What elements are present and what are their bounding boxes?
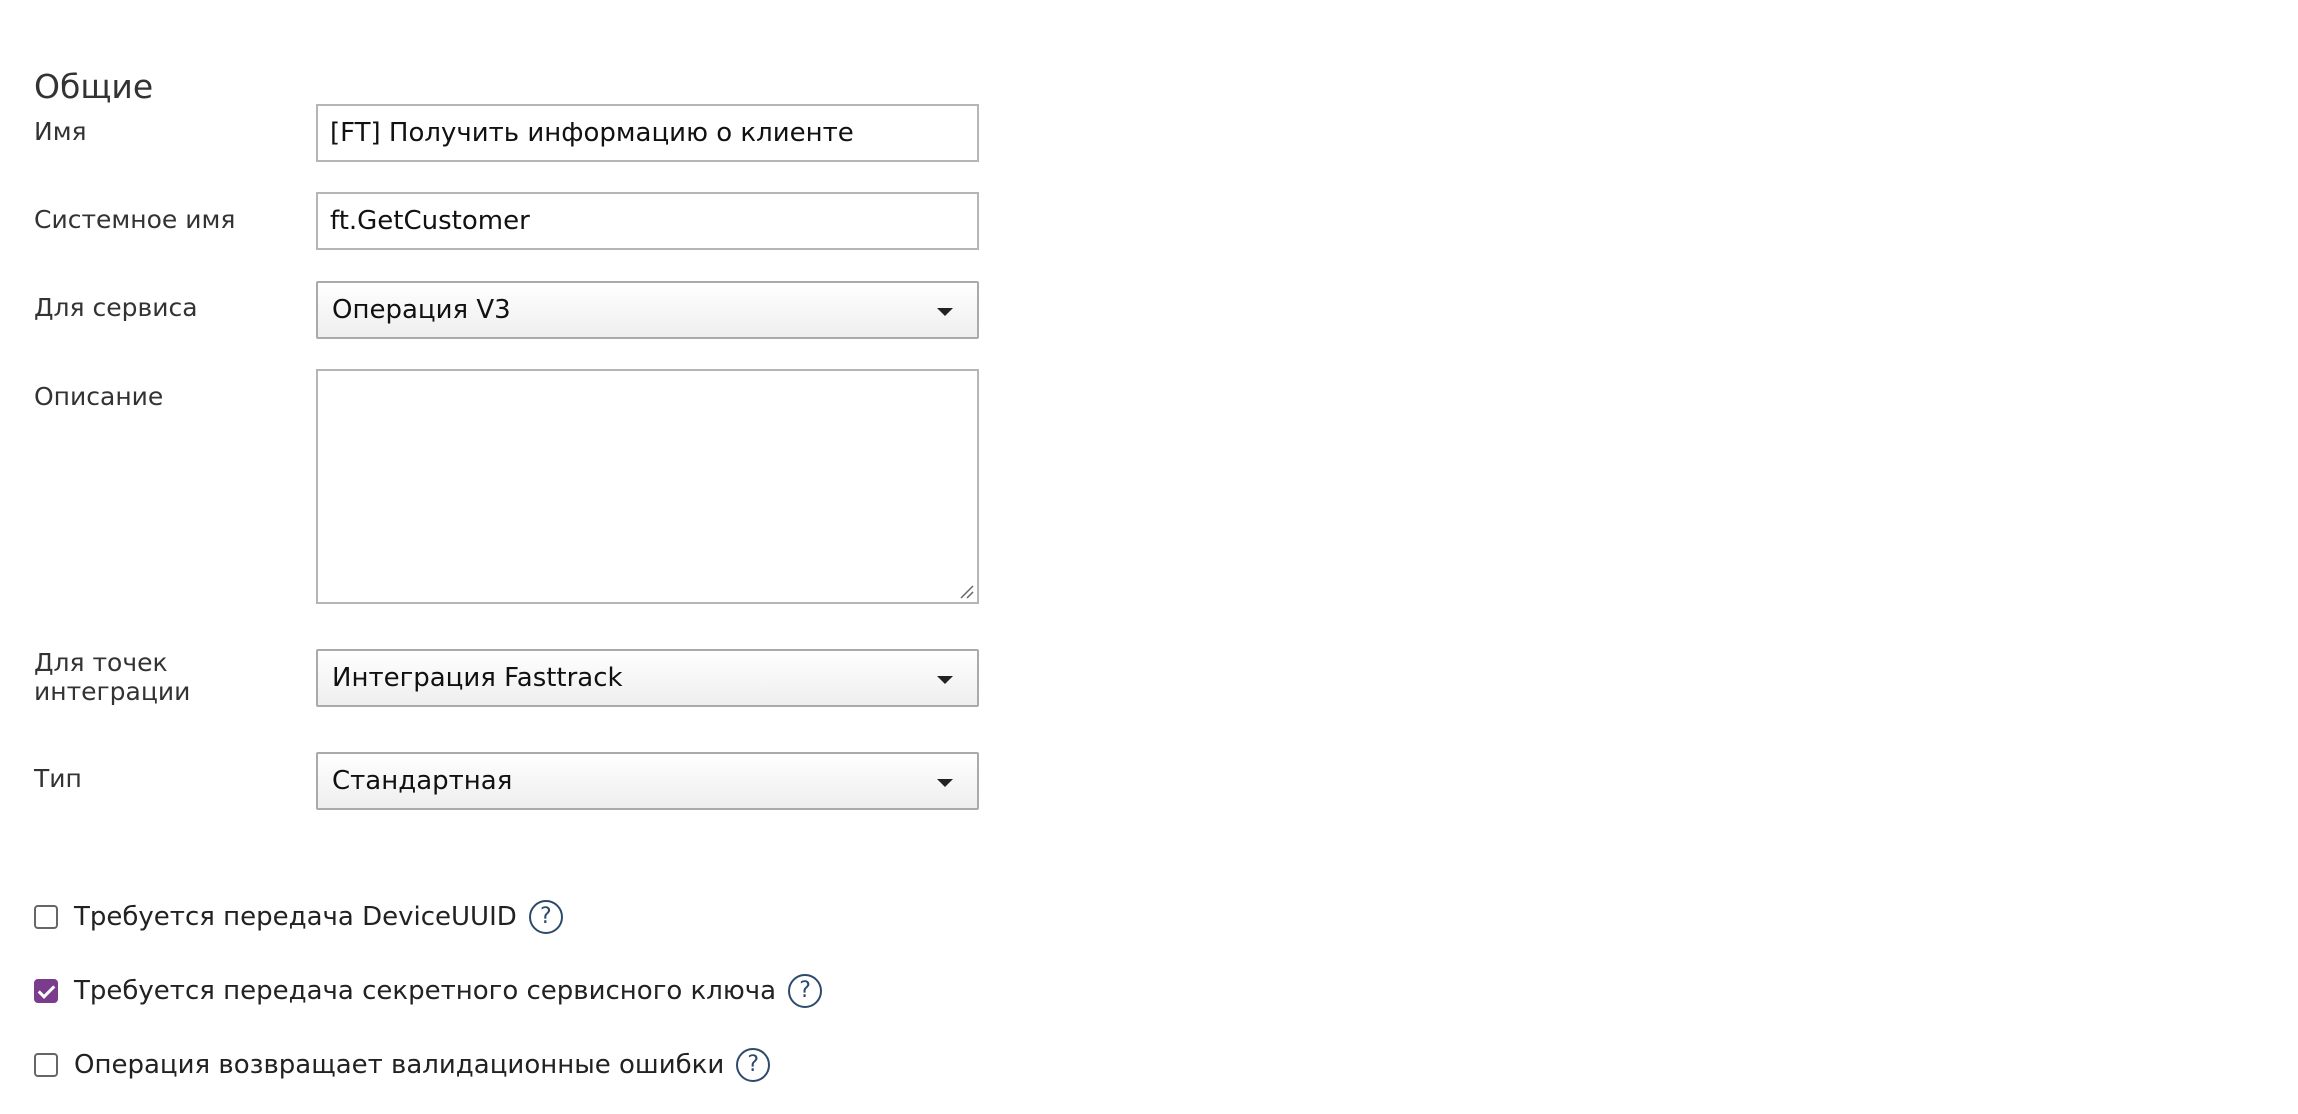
validation-errors-label[interactable]: Операция возвращает валидационные ошибки [74, 1050, 724, 1080]
option-device-uuid[interactable]: Требуется передача DeviceUUID ? [34, 897, 563, 937]
integration-points-label: Для точек интеграции [34, 648, 190, 706]
question-circle-icon[interactable]: ? [736, 1048, 771, 1082]
integration-points-select[interactable]: Интеграция Fasttrack [316, 649, 979, 707]
system-name-input[interactable]: ft.GetCustomer [316, 192, 979, 250]
question-circle-icon[interactable]: ? [788, 974, 823, 1008]
name-input[interactable]: [FT] Получить информацию о клиенте [316, 104, 979, 162]
device-uuid-label[interactable]: Требуется передача DeviceUUID [74, 902, 517, 932]
secret-key-label[interactable]: Требуется передача секретного сервисного… [74, 976, 776, 1006]
type-label: Тип [34, 764, 82, 793]
validation-errors-checkbox[interactable] [34, 1053, 58, 1077]
integration-points-label-line1: Для точек [34, 648, 168, 677]
type-select-value: Стандартная [332, 766, 513, 796]
caret-down-icon [937, 676, 953, 684]
service-select[interactable]: Операция V3 [316, 281, 979, 339]
option-validation-errors[interactable]: Операция возвращает валидационные ошибки… [34, 1045, 771, 1085]
resize-grip-icon[interactable] [958, 583, 974, 599]
question-circle-icon[interactable]: ? [528, 900, 563, 934]
service-select-value: Операция V3 [332, 295, 511, 325]
section-title: Общие [34, 67, 154, 107]
caret-down-icon [937, 779, 953, 787]
system-name-label: Системное имя [34, 205, 236, 234]
integration-points-label-line2: интеграции [34, 677, 191, 706]
description-label: Описание [34, 382, 164, 411]
caret-down-icon [937, 308, 953, 316]
device-uuid-checkbox[interactable] [34, 905, 58, 929]
integration-points-select-value: Интеграция Fasttrack [332, 663, 623, 693]
description-textarea[interactable] [316, 369, 979, 604]
name-label: Имя [34, 117, 87, 146]
service-label: Для сервиса [34, 293, 198, 322]
secret-key-checkbox[interactable] [34, 979, 58, 1003]
option-secret-key[interactable]: Требуется передача секретного сервисного… [34, 971, 823, 1011]
type-select[interactable]: Стандартная [316, 752, 979, 810]
